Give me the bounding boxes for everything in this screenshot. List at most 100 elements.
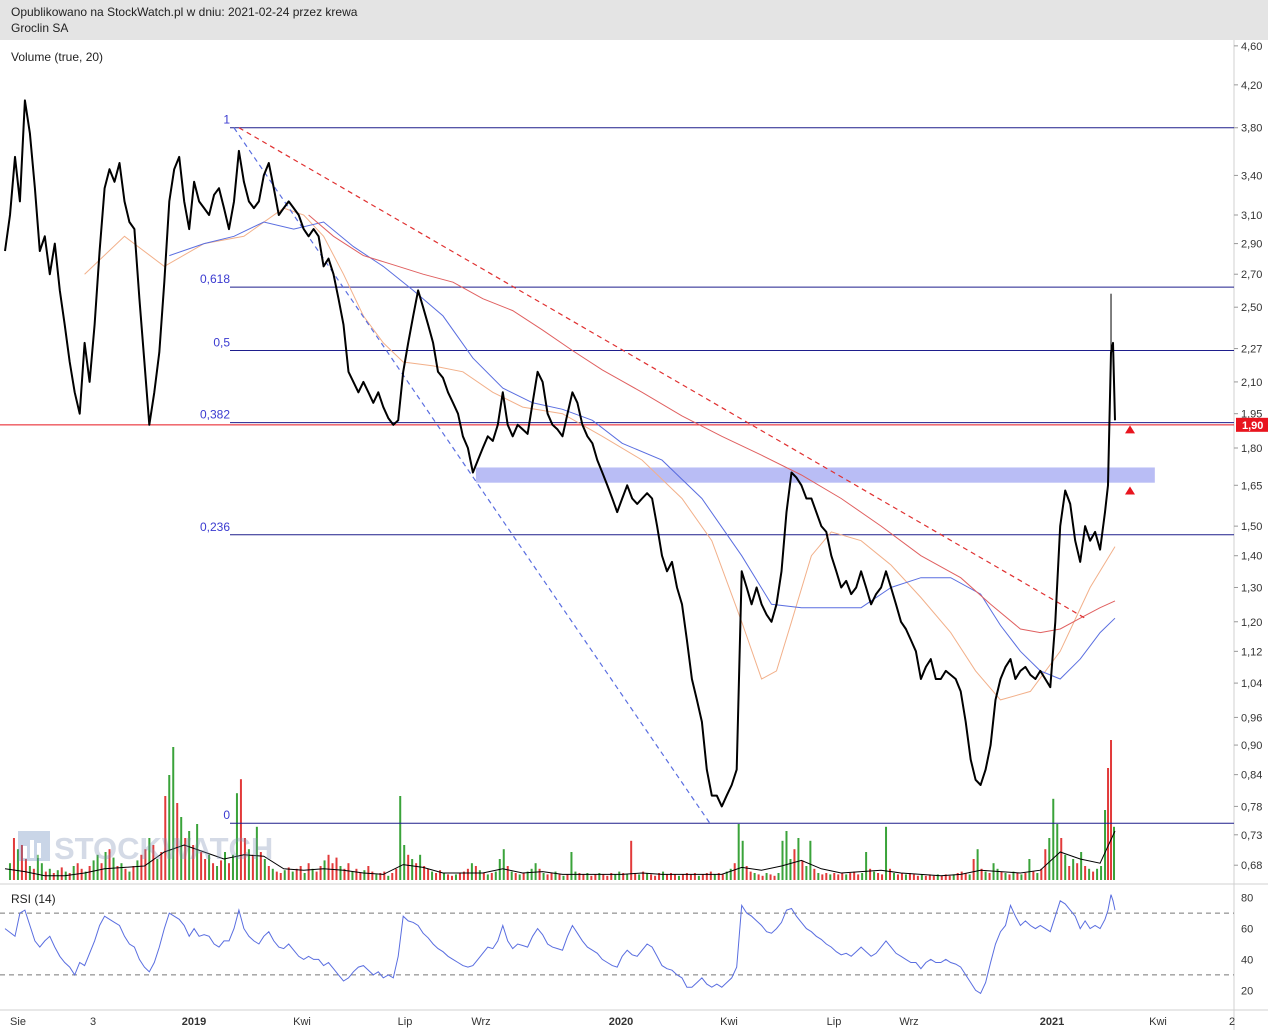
volume-bar [662,871,665,880]
volume-bar [375,874,378,880]
volume-bar [40,863,43,880]
volume-bar [216,866,219,880]
volume-bar [761,875,764,880]
volume-bar [809,840,812,880]
volume-bar [892,873,895,880]
watermark-logo-bar [23,846,27,858]
volume-bar [411,859,414,880]
stock-chart: 1 0,618 0,5 0,382 0,236 0 80 60 40 20 4,60 4,20 3,… [0,40,1268,1030]
volume-bar [494,871,497,880]
volume-bar [881,874,884,880]
resistance-zone-layer [475,467,1155,483]
price-tick-label: 1,65 [1241,480,1262,492]
volume-bar [558,874,561,880]
volume-bar [781,840,784,880]
volume-bar [538,868,541,880]
volume-bar [570,852,573,880]
volume-bar [56,870,59,880]
watermark-logo-bar [30,840,34,858]
volume-bar [606,875,609,880]
volume-bar [435,873,438,880]
volume-bar [984,871,987,880]
volume-bar [403,845,406,880]
volume-bar [988,873,991,880]
volume-bar [1100,866,1103,880]
volume-bar [821,874,824,880]
volume-bar [729,868,732,880]
price-tick-label: 0,84 [1241,770,1262,782]
dashed-trend-line [238,127,1086,619]
volume-bar [666,874,669,880]
volume-bar [833,873,836,880]
price-tick-label: 1,40 [1241,551,1262,563]
volume-bar [124,868,127,880]
volume-bar [829,874,832,880]
volume-bar [1028,859,1031,880]
volume-bar [817,873,820,880]
volume-bar [327,854,330,880]
volume-bar [466,868,469,880]
volume-bar [904,874,907,880]
volume-bar [877,873,880,880]
medium-moving-average [169,221,1116,680]
price-tick-label: 1,80 [1241,443,1262,455]
volume-bar [1052,798,1055,880]
volume-bar [789,859,792,880]
rsi-indicator-label: RSI (14) [11,892,56,906]
volume-bar [502,849,505,880]
volume-bar [753,873,756,880]
price-tick-label: 2,50 [1241,302,1262,314]
volume-bar [522,873,525,880]
volume-bar [849,873,852,880]
volume-bar [574,871,577,880]
volume-bar [885,826,888,880]
volume-bar [490,873,493,880]
volume-bar [458,873,461,880]
volume-bar [275,871,278,880]
volume-bar [865,852,868,880]
stockwatch-watermark: STOCKWATCH [18,831,273,866]
price-tick-label: 4,20 [1241,80,1262,92]
price-tick-label: 2,90 [1241,239,1262,251]
signal-marker-layer [1125,425,1135,495]
volume-bar [701,874,704,880]
volume-bar [638,874,641,880]
volume-bar [602,874,605,880]
volume-bar [996,868,999,880]
time-tick-label: Lip [827,1016,842,1028]
volume-bar [1056,824,1059,880]
watermark-logo-bar [37,843,41,858]
volume-bar [721,874,724,880]
volume-bar [956,873,959,880]
volume-bar [594,874,597,880]
volume-bar [363,870,366,880]
time-axis: Sie 3 2019 Kwi Lip Wrz 2020 Kwi Lip Wrz 2021 Kwi 2 [10,1016,1235,1028]
volume-bar [757,874,760,880]
volume-bar [299,866,302,880]
price-axis: 4,60 4,20 3,80 3,40 3,10 2,90 2,70 2,50 2,27 2,10… [1234,41,1262,872]
volume-bar [562,875,565,880]
price-tick-label: 0,96 [1241,712,1262,724]
volume-bar [964,873,967,880]
volume-bar [916,875,919,880]
volume-bar [972,859,975,880]
volume-bar [896,874,899,880]
last-price-label: 1,90 [1242,420,1263,432]
volume-bar [1068,866,1071,880]
price-tick-label: 3,40 [1241,170,1262,182]
volume-bar [415,863,418,880]
volume-bar [68,873,71,880]
price-tick-label: 2,70 [1241,269,1262,281]
volume-bar [1016,873,1019,880]
time-tick-label: Kwi [293,1016,311,1028]
volume-bar [1096,868,1099,880]
volume-bar [769,874,772,880]
volume-bar [454,874,457,880]
volume-bar [697,875,700,880]
volume-bar [654,875,657,880]
volume-bar [347,863,350,880]
price-tick-label: 1,50 [1241,521,1262,533]
volume-bar [777,873,780,880]
fib-level-label: 0,236 [200,520,230,534]
volume-bar [530,868,533,880]
